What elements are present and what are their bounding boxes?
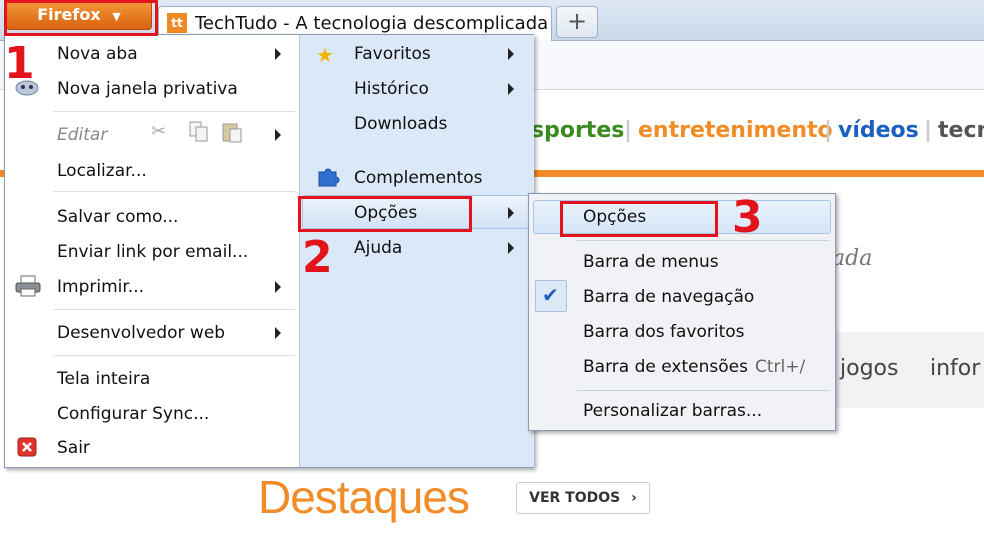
checkmark-icon: ✔ — [542, 283, 559, 307]
submenu-arrow-icon — [275, 129, 281, 141]
menu-separator — [53, 355, 295, 356]
menu-item-email-link[interactable]: Enviar link por email... — [57, 242, 248, 262]
menu-separator — [53, 111, 295, 112]
close-icon — [17, 437, 37, 457]
menu-separator — [53, 191, 295, 192]
menu-item-add-ons[interactable]: Complementos — [354, 168, 483, 188]
menu-item-full-screen[interactable]: Tela inteira — [57, 369, 150, 389]
submenu-arrow-icon — [275, 48, 281, 60]
copy-icon — [189, 121, 209, 143]
menu-item-exit[interactable]: Sair — [57, 438, 90, 458]
menu-separator — [577, 390, 829, 391]
annotation-box-firefox — [4, 0, 158, 36]
see-all-label: VER TODOS — [529, 490, 621, 506]
annotation-number-2: 2 — [302, 232, 333, 283]
submenu-item-navigation-bar[interactable]: Barra de navegação — [583, 287, 754, 307]
nav-item-sports[interactable]: sportes — [531, 118, 624, 143]
submenu-item-bookmarks-bar[interactable]: Barra dos favoritos — [583, 322, 745, 342]
menu-item-print[interactable]: Imprimir... — [57, 277, 144, 297]
see-all-button[interactable]: VER TODOS › — [516, 482, 650, 514]
shortcut-label: Ctrl+/ — [755, 357, 806, 377]
menu-item-private-window[interactable]: Nova janela privativa — [57, 79, 238, 99]
puzzle-piece-icon — [316, 165, 340, 187]
menu-separator — [53, 309, 295, 310]
techtudo-favicon-icon: tt — [167, 13, 187, 33]
menu-item-find[interactable]: Localizar... — [57, 161, 147, 181]
cut-icon: ✂ — [151, 121, 167, 142]
submenu-item-extensions-bar[interactable]: Barra de extensões — [583, 357, 748, 377]
menu-item-web-developer[interactable]: Desenvolvedor web — [57, 323, 225, 343]
annotation-box-options — [298, 196, 472, 232]
menu-item-downloads[interactable]: Downloads — [354, 114, 447, 134]
checkbox-navigation-bar[interactable]: ✔ — [535, 280, 567, 312]
section-link-info[interactable]: infor — [930, 356, 980, 381]
submenu-arrow-icon — [275, 281, 281, 293]
menu-item-history[interactable]: Histórico — [354, 79, 429, 99]
menu-separator — [577, 240, 829, 241]
menu-item-edit[interactable]: Editar — [57, 125, 107, 145]
nav-separator: | — [924, 118, 933, 143]
menu-right-column: ★ Favoritos Histórico Downloads Compleme… — [299, 35, 534, 467]
paste-icon — [221, 121, 243, 143]
printer-icon — [15, 275, 41, 297]
submenu-arrow-icon — [508, 242, 514, 254]
submenu-item-menu-bar[interactable]: Barra de menus — [583, 252, 719, 272]
annotation-number-3: 3 — [732, 192, 763, 243]
submenu-item-customize-bars[interactable]: Personalizar barras... — [583, 401, 762, 421]
nav-item-tech[interactable]: tecn — [938, 118, 984, 143]
submenu-arrow-icon — [508, 207, 514, 219]
new-tab-button[interactable]: + — [556, 6, 598, 38]
nav-item-videos[interactable]: vídeos — [838, 118, 919, 143]
annotation-number-1: 1 — [4, 38, 35, 89]
firefox-main-menu: Nova aba Nova janela privativa Editar ✂ … — [4, 34, 534, 468]
site-tagline: ada — [832, 246, 873, 271]
section-title: Destaques — [258, 471, 470, 523]
annotation-box-options-sub — [560, 201, 718, 237]
submenu-arrow-icon — [275, 327, 281, 339]
submenu-arrow-icon — [508, 83, 514, 95]
menu-item-sync-setup[interactable]: Configurar Sync... — [57, 404, 209, 424]
menu-item-save-as[interactable]: Salvar como... — [57, 207, 178, 227]
nav-separator: | — [824, 118, 833, 143]
nav-separator: | — [624, 118, 633, 143]
menu-left-column: Nova aba Nova janela privativa Editar ✂ … — [5, 35, 299, 467]
star-icon: ★ — [316, 43, 334, 67]
submenu-arrow-icon — [508, 48, 514, 60]
chevron-right-icon: › — [631, 490, 637, 506]
menu-item-help[interactable]: Ajuda — [354, 238, 402, 258]
menu-item-bookmarks[interactable]: Favoritos — [354, 44, 431, 64]
section-link-games[interactable]: jogos — [840, 356, 898, 381]
nav-item-entertainment[interactable]: entretenimento — [638, 118, 833, 143]
menu-item-new-tab[interactable]: Nova aba — [57, 44, 138, 64]
tab-title: TechTudo - A tecnologia descomplicada — [195, 13, 549, 34]
